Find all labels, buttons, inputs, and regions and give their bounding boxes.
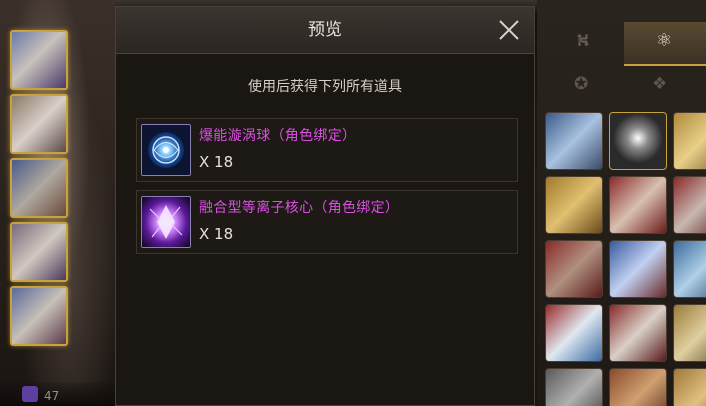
inventory-slot[interactable] [545, 368, 603, 406]
dialog-body: 使用后获得下列所有道具 爆能漩涡球（角色绑定） X 18 融合型等离子核心（角色… [116, 54, 534, 405]
dialog-header: 预览 [116, 7, 534, 54]
reward-item-row[interactable]: 融合型等离子核心（角色绑定） X 18 [136, 190, 518, 254]
inventory-slot[interactable] [673, 176, 706, 234]
bottom-left-bar: 47 [0, 382, 115, 406]
game-screen: 47 ⛕ ⚛ ✪ ❖ 预览 使用后获得下列所有道具 爆能漩涡球（角色绑定） X … [0, 0, 706, 406]
item-quantity: X 18 [199, 153, 234, 171]
bottom-counter: 47 [44, 389, 60, 403]
equipment-slot[interactable] [10, 30, 68, 90]
item-name: 融合型等离子核心（角色绑定） [199, 200, 400, 216]
inventory-slot[interactable] [673, 240, 706, 298]
dialog-title: 预览 [308, 20, 342, 40]
inventory-slot[interactable] [545, 240, 603, 298]
filter-diamond-icon[interactable]: ❖ [652, 74, 667, 94]
close-icon[interactable] [494, 15, 524, 45]
item-name: 爆能漩涡球（角色绑定） [199, 128, 357, 144]
fusion-plasma-core-icon [141, 196, 191, 248]
inventory-slot[interactable] [545, 304, 603, 362]
inventory-slot[interactable] [545, 176, 603, 234]
inventory-slot[interactable] [609, 368, 667, 406]
equipment-slot[interactable] [10, 158, 68, 218]
potion-tab-icon: ⚛ [656, 30, 673, 51]
reward-item-row[interactable]: 爆能漩涡球（角色绑定） X 18 [136, 118, 518, 182]
inventory-slot[interactable] [673, 112, 706, 170]
energy-vortex-orb-icon [141, 124, 191, 176]
background-character-area: 47 [0, 0, 115, 406]
inventory-slot[interactable] [609, 176, 667, 234]
dialog-description: 使用后获得下列所有道具 [248, 79, 402, 95]
inventory-slot[interactable] [609, 112, 667, 170]
preview-dialog: 预览 使用后获得下列所有道具 爆能漩涡球（角色绑定） X 18 融合型等离子核心… [115, 6, 535, 406]
inventory-grid [545, 112, 706, 406]
equipment-slot[interactable] [10, 94, 68, 154]
item-quantity: X 18 [199, 225, 234, 243]
filter-star-icon[interactable]: ✪ [574, 74, 588, 94]
inventory-slot[interactable] [609, 304, 667, 362]
left-equipment-column [10, 30, 68, 346]
inventory-slot[interactable] [673, 304, 706, 362]
skill-gem-icon [22, 386, 38, 402]
inventory-slot[interactable] [673, 368, 706, 406]
equipment-slot[interactable] [10, 222, 68, 282]
inventory-slot[interactable] [545, 112, 603, 170]
equipment-slot[interactable] [10, 286, 68, 346]
inventory-slot[interactable] [609, 240, 667, 298]
inventory-tab-helmet-icon[interactable]: ⛕ [572, 30, 594, 54]
